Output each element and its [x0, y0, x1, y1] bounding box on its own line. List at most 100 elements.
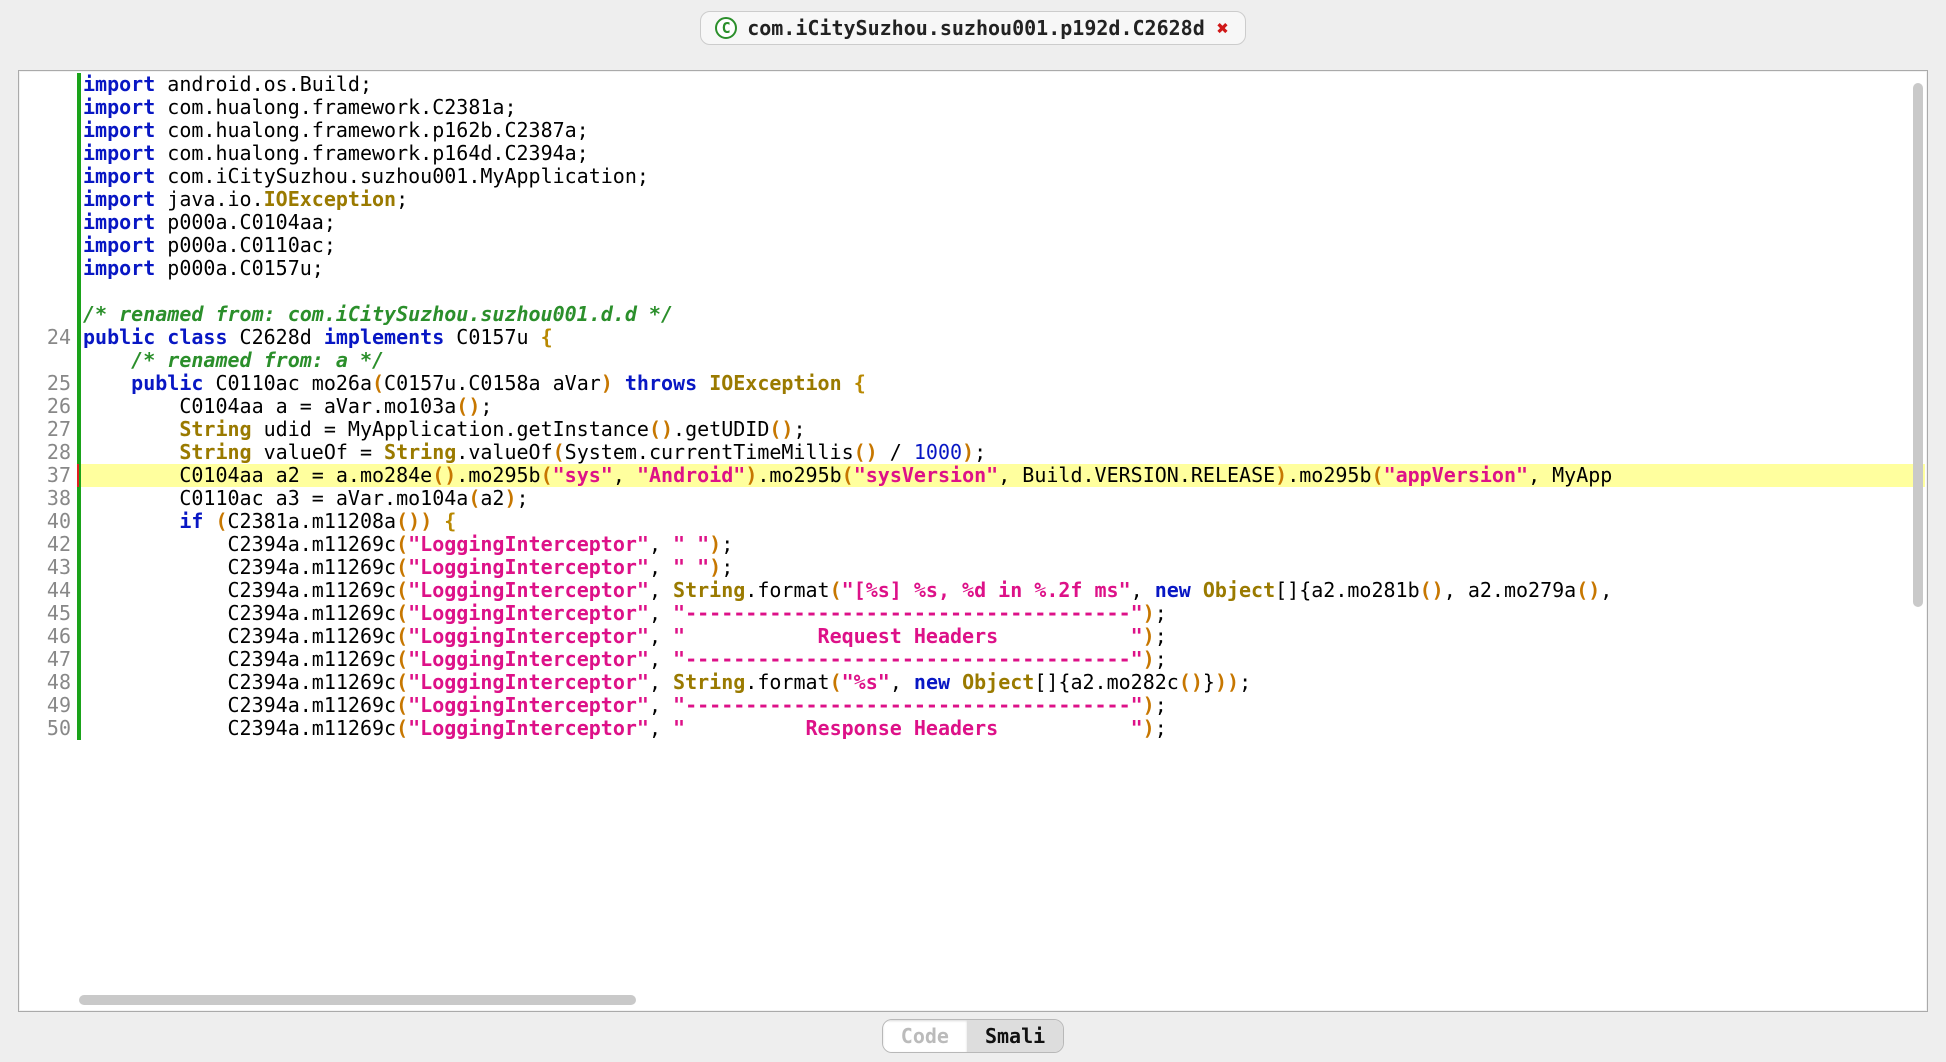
code-text[interactable]: C2394a.m11269c("LoggingInterceptor", "--… [81, 648, 1925, 671]
line-number: 25 [21, 372, 77, 395]
horizontal-scrollbar-thumb[interactable] [79, 995, 636, 1005]
code-line[interactable] [21, 280, 1925, 303]
vertical-scrollbar-thumb[interactable] [1913, 83, 1923, 607]
code-text[interactable]: C2394a.m11269c("LoggingInterceptor", "--… [81, 694, 1925, 717]
code-line[interactable]: 37 C0104aa a2 = a.mo284e().mo295b("sys",… [21, 464, 1925, 487]
code-line[interactable]: 24public class C2628d implements C0157u … [21, 326, 1925, 349]
code-line[interactable]: 47 C2394a.m11269c("LoggingInterceptor", … [21, 648, 1925, 671]
code-text[interactable]: public C0110ac mo26a(C0157u.C0158a aVar)… [81, 372, 1925, 395]
code-line[interactable]: import com.hualong.framework.p164d.C2394… [21, 142, 1925, 165]
line-number: 43 [21, 556, 77, 579]
code-text[interactable]: import com.hualong.framework.p164d.C2394… [81, 142, 1925, 165]
code-line[interactable]: import p000a.C0104aa; [21, 211, 1925, 234]
code-text[interactable]: C2394a.m11269c("LoggingInterceptor", " "… [81, 533, 1925, 556]
horizontal-scrollbar[interactable] [49, 993, 1907, 1007]
code-text[interactable]: C2394a.m11269c("LoggingInterceptor", " "… [81, 556, 1925, 579]
line-number [21, 280, 77, 303]
code-line[interactable]: /* renamed from: com.iCitySuzhou.suzhou0… [21, 303, 1925, 326]
code-line[interactable]: 45 C2394a.m11269c("LoggingInterceptor", … [21, 602, 1925, 625]
code-line[interactable]: import android.os.Build; [21, 73, 1925, 96]
code-text[interactable]: import com.hualong.framework.p162b.C2387… [81, 119, 1925, 142]
code-text[interactable]: C2394a.m11269c("LoggingInterceptor", Str… [81, 671, 1925, 694]
code-line[interactable]: import com.hualong.framework.C2381a; [21, 96, 1925, 119]
bottom-toggle-bar: Code Smali [0, 1016, 1946, 1056]
code-line[interactable]: import p000a.C0157u; [21, 257, 1925, 280]
code-text[interactable]: String udid = MyApplication.getInstance(… [81, 418, 1925, 441]
line-number: 50 [21, 717, 77, 740]
code-text[interactable]: C2394a.m11269c("LoggingInterceptor", " R… [81, 625, 1925, 648]
line-number [21, 211, 77, 234]
code-line[interactable]: 28 String valueOf = String.valueOf(Syste… [21, 441, 1925, 464]
line-number [21, 96, 77, 119]
code-line[interactable]: 44 C2394a.m11269c("LoggingInterceptor", … [21, 579, 1925, 602]
toggle-smali-button[interactable]: Smali [967, 1020, 1063, 1052]
class-type-badge-icon: C [715, 17, 737, 39]
code-line[interactable]: 38 C0110ac a3 = aVar.mo104a(a2); [21, 487, 1925, 510]
code-line[interactable]: 25 public C0110ac mo26a(C0157u.C0158a aV… [21, 372, 1925, 395]
line-number: 46 [21, 625, 77, 648]
file-tab[interactable]: C com.iCitySuzhou.suzhou001.p192d.C2628d… [700, 11, 1246, 45]
code-text[interactable]: if (C2381a.m11208a()) { [81, 510, 1925, 533]
code-line[interactable]: 27 String udid = MyApplication.getInstan… [21, 418, 1925, 441]
code-text[interactable]: String valueOf = String.valueOf(System.c… [81, 441, 1925, 464]
editor-scroll-area[interactable]: import android.os.Build;import com.hualo… [21, 73, 1925, 1009]
code-line[interactable]: 50 C2394a.m11269c("LoggingInterceptor", … [21, 717, 1925, 740]
tab-bar: C com.iCitySuzhou.suzhou001.p192d.C2628d… [0, 8, 1946, 48]
code-text[interactable]: C0104aa a2 = a.mo284e().mo295b("sys", "A… [81, 464, 1925, 487]
line-number [21, 73, 77, 96]
line-number [21, 349, 77, 372]
code-table: import android.os.Build;import com.hualo… [21, 73, 1925, 740]
vertical-scrollbar[interactable] [1911, 77, 1925, 981]
code-text[interactable]: C2394a.m11269c("LoggingInterceptor", "--… [81, 602, 1925, 625]
app-root: C com.iCitySuzhou.suzhou001.p192d.C2628d… [0, 0, 1946, 1062]
code-text[interactable]: import com.hualong.framework.C2381a; [81, 96, 1925, 119]
code-text[interactable] [81, 280, 1925, 303]
code-text[interactable]: import p000a.C0157u; [81, 257, 1925, 280]
line-number [21, 188, 77, 211]
line-number: 49 [21, 694, 77, 717]
code-text[interactable]: import android.os.Build; [81, 73, 1925, 96]
line-number [21, 119, 77, 142]
line-number: 44 [21, 579, 77, 602]
code-text[interactable]: /* renamed from: com.iCitySuzhou.suzhou0… [81, 303, 1925, 326]
code-line[interactable]: import com.iCitySuzhou.suzhou001.MyAppli… [21, 165, 1925, 188]
line-number: 45 [21, 602, 77, 625]
line-number: 37 [21, 464, 77, 487]
file-tab-title: com.iCitySuzhou.suzhou001.p192d.C2628d [747, 16, 1205, 40]
line-number: 47 [21, 648, 77, 671]
code-line[interactable]: /* renamed from: a */ [21, 349, 1925, 372]
line-number [21, 165, 77, 188]
code-text[interactable]: C0104aa a = aVar.mo103a(); [81, 395, 1925, 418]
line-number: 38 [21, 487, 77, 510]
code-line[interactable]: 49 C2394a.m11269c("LoggingInterceptor", … [21, 694, 1925, 717]
code-text[interactable]: /* renamed from: a */ [81, 349, 1925, 372]
code-text[interactable]: import java.io.IOException; [81, 188, 1925, 211]
code-text[interactable]: import p000a.C0104aa; [81, 211, 1925, 234]
code-line[interactable]: 43 C2394a.m11269c("LoggingInterceptor", … [21, 556, 1925, 579]
code-text[interactable]: import com.iCitySuzhou.suzhou001.MyAppli… [81, 165, 1925, 188]
code-line[interactable]: import p000a.C0110ac; [21, 234, 1925, 257]
code-text[interactable]: C0110ac a3 = aVar.mo104a(a2); [81, 487, 1925, 510]
line-number: 26 [21, 395, 77, 418]
close-icon[interactable]: ✖ [1215, 16, 1231, 40]
line-number: 40 [21, 510, 77, 533]
code-line[interactable]: 48 C2394a.m11269c("LoggingInterceptor", … [21, 671, 1925, 694]
line-number [21, 303, 77, 326]
code-line[interactable]: import com.hualong.framework.p162b.C2387… [21, 119, 1925, 142]
toggle-code-button[interactable]: Code [883, 1020, 967, 1052]
line-number: 27 [21, 418, 77, 441]
code-text[interactable]: import p000a.C0110ac; [81, 234, 1925, 257]
code-line[interactable]: 46 C2394a.m11269c("LoggingInterceptor", … [21, 625, 1925, 648]
line-number: 42 [21, 533, 77, 556]
code-text[interactable]: public class C2628d implements C0157u { [81, 326, 1925, 349]
code-text[interactable]: C2394a.m11269c("LoggingInterceptor", " R… [81, 717, 1925, 740]
line-number [21, 142, 77, 165]
line-number: 48 [21, 671, 77, 694]
line-number: 24 [21, 326, 77, 349]
code-line[interactable]: 42 C2394a.m11269c("LoggingInterceptor", … [21, 533, 1925, 556]
line-number [21, 234, 77, 257]
code-line[interactable]: import java.io.IOException; [21, 188, 1925, 211]
code-line[interactable]: 26 C0104aa a = aVar.mo103a(); [21, 395, 1925, 418]
code-text[interactable]: C2394a.m11269c("LoggingInterceptor", Str… [81, 579, 1925, 602]
code-line[interactable]: 40 if (C2381a.m11208a()) { [21, 510, 1925, 533]
